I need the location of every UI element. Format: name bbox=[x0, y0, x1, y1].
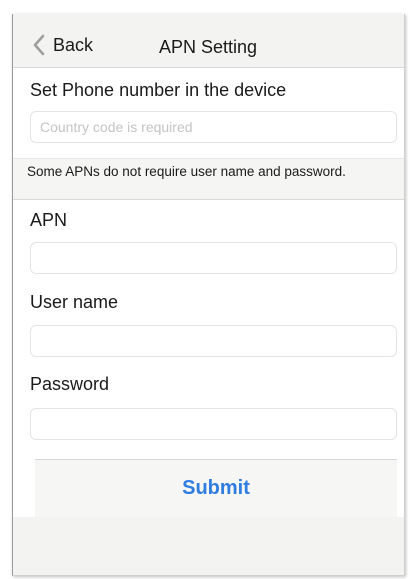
apn-label: APN bbox=[30, 210, 68, 230]
bottom-area bbox=[13, 517, 404, 575]
phone-number-input[interactable] bbox=[30, 111, 397, 143]
apn-setting-screen: Back APN Setting Set Phone number in the… bbox=[12, 14, 405, 576]
username-label: User name bbox=[30, 292, 119, 312]
page-title: APN Setting bbox=[159, 37, 258, 57]
submit-container: Submit bbox=[35, 459, 397, 517]
password-label: Password bbox=[30, 374, 110, 394]
username-input[interactable] bbox=[30, 325, 397, 357]
settings-form: Set Phone number in the device Some APNs… bbox=[13, 68, 404, 575]
apn-note: Some APNs do not require user name and p… bbox=[13, 158, 404, 200]
back-label: Back bbox=[53, 34, 94, 55]
password-input[interactable] bbox=[30, 408, 397, 440]
submit-button[interactable]: Submit bbox=[35, 460, 397, 517]
navigation-bar: Back APN Setting bbox=[13, 14, 404, 68]
chevron-left-icon bbox=[31, 34, 49, 56]
apn-input[interactable] bbox=[30, 242, 397, 274]
phone-number-label: Set Phone number in the device bbox=[30, 80, 287, 100]
back-button[interactable]: Back bbox=[31, 34, 93, 56]
